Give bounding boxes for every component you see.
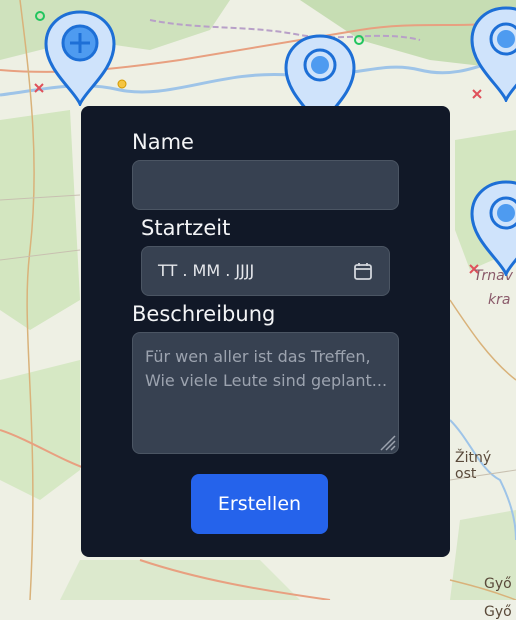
map-region-label: kra [488,292,511,308]
name-input[interactable] [132,160,399,210]
create-button[interactable]: Erstellen [191,474,328,534]
calendar-icon[interactable] [353,261,373,281]
description-label: Beschreibung [132,302,276,326]
description-textarea[interactable]: Für wen aller ist das Treffen, Wie viele… [132,332,399,454]
add-location-icon[interactable] [44,10,116,106]
create-event-form: Name Startzeit TT . MM . JJJJ Beschreibu… [81,106,450,557]
map-town-label: Žitný ost [455,450,492,482]
location-pin-icon[interactable] [470,6,516,102]
description-placeholder: Für wen aller ist das Treffen, Wie viele… [145,347,388,390]
map-point-yellow [117,79,127,89]
resize-handle-icon[interactable] [376,431,396,451]
map-city-label-gyor: Győ [484,576,512,592]
location-pin-icon[interactable] [470,180,516,276]
name-label: Name [132,130,194,154]
date-placeholder: TT . MM . JJJJ [158,261,255,280]
start-date-input[interactable]: TT . MM . JJJJ [141,246,390,296]
map-city-label-bottom: Győ [484,604,512,620]
start-time-label: Startzeit [141,216,231,240]
